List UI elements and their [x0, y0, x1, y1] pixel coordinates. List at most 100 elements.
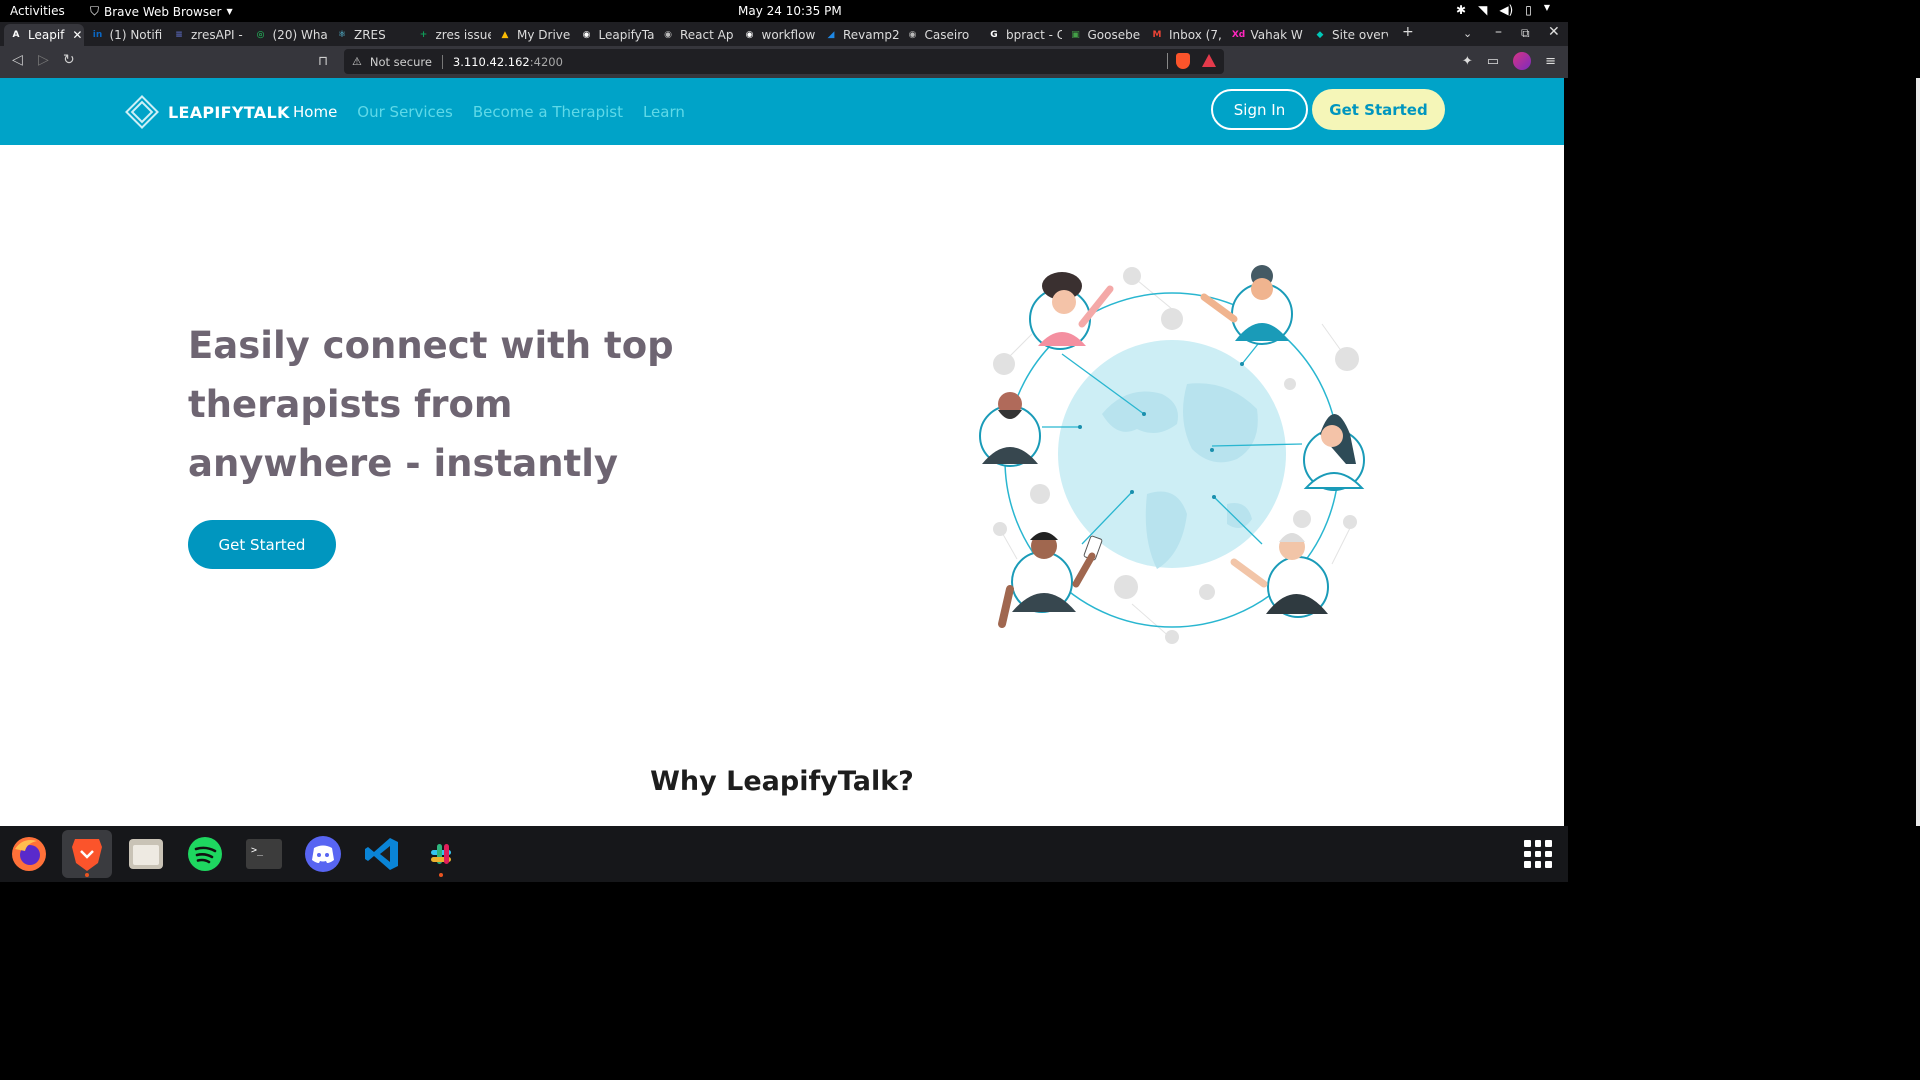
- tab-favicon-icon: ⚛: [337, 30, 347, 40]
- nav-link-home[interactable]: Home: [293, 103, 337, 121]
- browser-tab[interactable]: A Leapif ✕: [4, 24, 84, 46]
- close-tab-icon[interactable]: ✕: [72, 28, 82, 42]
- web-page: LEAPIFYTALK Home Our Services Become a T…: [0, 78, 1564, 826]
- browser-tab[interactable]: M Inbox (7,: [1145, 24, 1225, 46]
- hero-get-started-button[interactable]: Get Started: [188, 520, 336, 569]
- hero-title-line: anywhere - instantly: [188, 442, 619, 485]
- url-host: 3.110.42.162: [452, 54, 530, 69]
- site-logo[interactable]: LEAPIFYTALK: [124, 94, 290, 130]
- tab-title: zres issue: [435, 28, 492, 42]
- tab-favicon-icon: M: [1152, 30, 1162, 40]
- nav-link-learn[interactable]: Learn: [643, 103, 685, 121]
- wifi-icon: ◥: [1478, 3, 1488, 17]
- sign-in-button[interactable]: Sign In: [1211, 89, 1308, 130]
- minimize-button[interactable]: –: [1495, 24, 1502, 40]
- tab-title: React Ap: [680, 28, 734, 42]
- tab-title: ZRES: [354, 28, 386, 42]
- security-label: Not secure: [369, 54, 432, 69]
- ubuntu-dock: >_: [0, 826, 1568, 882]
- new-tab-button[interactable]: +: [1402, 24, 1414, 40]
- wallet-icon[interactable]: ▭: [1487, 54, 1499, 69]
- browser-tab[interactable]: ◉ workflow: [738, 24, 818, 46]
- tab-favicon-icon: ◎: [256, 30, 265, 40]
- profile-avatar[interactable]: [1513, 52, 1532, 70]
- tab-search-icon[interactable]: ⌄: [1463, 27, 1472, 40]
- maximize-button[interactable]: ⧉: [1521, 26, 1530, 41]
- chevron-down-icon: ▼: [226, 7, 233, 16]
- browser-tab[interactable]: ◢ Revamp2: [819, 24, 899, 46]
- browser-tab[interactable]: ⚛ ZRES: [330, 24, 410, 46]
- tab-title: Site overv: [1332, 28, 1388, 42]
- bookmark-icon[interactable]: ⊓: [318, 54, 328, 69]
- brave-icon: [72, 839, 102, 871]
- tab-title: Caseiro: [924, 28, 970, 42]
- browser-tab[interactable]: ▣ Goosebe: [1064, 24, 1144, 46]
- svg-text:>_: >_: [251, 845, 264, 856]
- address-bar[interactable]: ⚠ Not secure 3.110.42.162:4200: [344, 49, 1224, 74]
- app-menu[interactable]: ⛉ Brave Web Browser ▼: [90, 4, 233, 19]
- tab-favicon-icon: Xd: [1231, 30, 1246, 40]
- browser-tab[interactable]: ◉ Caseiro: [901, 24, 981, 46]
- brave-rewards-icon[interactable]: [1202, 54, 1216, 67]
- hero-title: Easily connect with top therapists from …: [188, 316, 708, 493]
- app-menu-label: Brave Web Browser: [104, 4, 222, 19]
- tab-favicon-icon: ▲: [501, 30, 509, 40]
- clock[interactable]: May 24 10:35 PM: [738, 4, 842, 18]
- firefox-dock-item[interactable]: [4, 830, 54, 878]
- slack-tray-icon: ✱: [1456, 3, 1467, 17]
- tab-title: Leapif: [28, 28, 65, 42]
- vscode-dock-item[interactable]: [357, 830, 407, 878]
- leapify-logo-icon: [125, 95, 159, 129]
- tab-title: bpract - C: [1006, 28, 1062, 42]
- battery-icon: ▯: [1525, 3, 1532, 17]
- browser-tab[interactable]: Gbpract - C: [982, 24, 1062, 46]
- browser-tab[interactable]: ◉ LeapifyTa: [575, 24, 654, 46]
- discord-dock-item[interactable]: [298, 830, 348, 878]
- browser-tab[interactable]: Xd Vahak W: [1227, 24, 1307, 46]
- divider: [1167, 53, 1168, 69]
- chevron-down-icon: ▼: [1543, 3, 1550, 12]
- page-scrollbar[interactable]: [1916, 78, 1920, 826]
- tab-title: Goosebe: [1087, 28, 1141, 42]
- global-therapists-illustration: [979, 265, 1365, 644]
- browser-tab[interactable]: ▲ My Drive: [493, 24, 573, 46]
- show-applications-icon[interactable]: [1524, 840, 1552, 868]
- brave-dock-item[interactable]: [62, 830, 112, 878]
- url-port: :4200: [529, 54, 563, 69]
- tab-favicon-icon: ◆: [1316, 30, 1324, 40]
- files-icon: [129, 839, 163, 869]
- browser-tab[interactable]: ◉ React Ap: [656, 24, 736, 46]
- close-window-button[interactable]: ✕: [1548, 24, 1560, 40]
- browser-tab[interactable]: ◆ Site overv: [1308, 24, 1388, 46]
- browser-tab[interactable]: ◎ (20) What: [249, 24, 329, 46]
- browser-tab[interactable]: + zres issue: [412, 24, 492, 46]
- menu-icon[interactable]: ≡: [1545, 54, 1556, 69]
- browser-tab[interactable]: in (1) Notifi: [86, 24, 166, 46]
- activities-button[interactable]: Activities: [10, 4, 65, 18]
- volume-icon: ◀): [1499, 3, 1514, 17]
- extensions-icon[interactable]: ✦: [1462, 54, 1473, 69]
- tab-favicon-icon: ≡: [175, 30, 183, 40]
- nav-get-started-button[interactable]: Get Started: [1312, 89, 1445, 130]
- spotify-icon: [188, 837, 222, 871]
- spotify-dock-item[interactable]: [180, 830, 230, 878]
- reload-button[interactable]: ↻: [63, 52, 75, 68]
- forward-button[interactable]: ▷: [38, 52, 49, 68]
- nav-link-our-services[interactable]: Our Services: [357, 103, 453, 121]
- running-indicator: [439, 873, 443, 877]
- brave-shields-icon[interactable]: [1176, 53, 1190, 69]
- files-dock-item[interactable]: [121, 830, 171, 878]
- hero-title-line: therapists from: [188, 383, 513, 426]
- tab-title: (20) What: [272, 28, 329, 42]
- browser-tab[interactable]: ≡ zresAPI -: [167, 24, 247, 46]
- nav-link-become-therapist[interactable]: Become a Therapist: [473, 103, 623, 121]
- tab-title: Revamp2: [843, 28, 899, 42]
- terminal-dock-item[interactable]: >_: [239, 830, 289, 878]
- tab-title: workflow: [761, 28, 816, 42]
- system-tray[interactable]: ✱ ◥ ◀) ▯ ▼: [1456, 3, 1550, 17]
- tab-strip: A Leapif ✕ in (1) Notifi ≡ zresAPI - ◎ (20) What…: [0, 22, 1568, 46]
- tab-title: zresAPI -: [191, 28, 243, 42]
- slack-dock-item[interactable]: [416, 830, 466, 878]
- back-button[interactable]: ◁: [12, 52, 23, 68]
- warning-icon: ⚠: [352, 55, 362, 68]
